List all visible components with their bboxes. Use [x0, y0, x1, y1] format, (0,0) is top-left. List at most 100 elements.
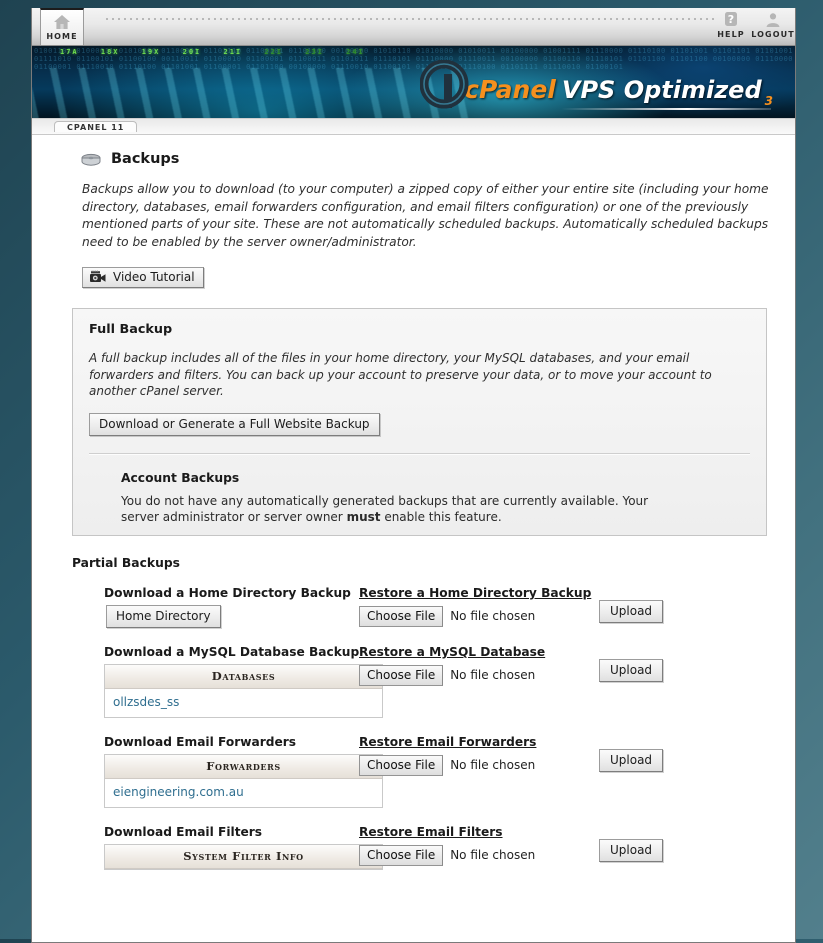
- restore-home-directory-cell: Restore a Home Directory Backup Choose F…: [359, 586, 599, 627]
- restore-mysql-label: Restore a MySQL Database: [359, 645, 546, 659]
- download-mysql-label: Download a MySQL Database Backup: [104, 645, 360, 659]
- forwarder-link-eiengineering[interactable]: eiengineering.com.au: [113, 785, 244, 799]
- disk-drive-icon: [80, 152, 102, 166]
- partial-backups-heading: Partial Backups: [72, 556, 180, 570]
- mysql-upload-button[interactable]: Upload: [599, 659, 664, 682]
- tick-4: 21I: [223, 48, 243, 56]
- system-filter-info-header: System Filter Info: [105, 845, 382, 869]
- full-backup-heading: Full Backup: [89, 322, 173, 337]
- database-link-ollzsdes-ss[interactable]: ollzsdes_ss: [113, 695, 179, 709]
- page-intro-text: Backups allow you to download (to your c…: [82, 182, 769, 249]
- choose-file-button[interactable]: Choose File: [359, 845, 444, 866]
- account-backups-text-after: enable this feature.: [380, 509, 502, 524]
- home-directory-file-input[interactable]: Choose File No file chosen: [359, 606, 535, 627]
- user-icon: [751, 8, 795, 30]
- logo-product-name: VPS Optimized: [561, 76, 762, 104]
- tab-strip: CPANEL 11: [32, 119, 795, 135]
- tab-strip-baseline: [32, 134, 795, 135]
- restore-forwarders-label: Restore Email Forwarders: [359, 735, 537, 749]
- banner-network-cables-graphic: [32, 68, 475, 118]
- upload-mysql-cell: Upload: [599, 645, 664, 682]
- tick-7: 24I: [346, 48, 365, 56]
- partial-backup-row: Download a Home Directory Backup Home Di…: [54, 586, 773, 628]
- tick-0: 17A: [60, 48, 79, 56]
- home-icon: [41, 10, 83, 32]
- home-directory-download-button[interactable]: Home Directory: [106, 605, 221, 628]
- question-mark-icon: ?: [709, 8, 753, 30]
- restore-forwarders-cell: Restore Email Forwarders Choose File No …: [359, 735, 599, 776]
- download-forwarders-cell: Download Email Forwarders Forwarders eie…: [54, 735, 383, 808]
- choose-file-button[interactable]: Choose File: [359, 606, 444, 627]
- download-home-directory-cell: Download a Home Directory Backup Home Di…: [54, 586, 359, 628]
- tick-5: 22I: [264, 48, 284, 56]
- forwarders-file-input[interactable]: Choose File No file chosen: [359, 755, 535, 776]
- logo-underline-swoosh: [561, 108, 771, 110]
- main-content: Backups Backups allow you to download (t…: [32, 135, 795, 924]
- restore-mysql-cell: Restore a MySQL Database Choose File No …: [359, 645, 599, 686]
- account-backups-block: Account Backups You do not have any auto…: [121, 471, 750, 525]
- choose-file-button[interactable]: Choose File: [359, 665, 444, 686]
- system-filter-info-table: System Filter Info: [104, 844, 383, 870]
- full-backup-description: A full backup includes all of the files …: [89, 351, 712, 398]
- choose-file-button[interactable]: Choose File: [359, 755, 444, 776]
- nav-help-label: HELP: [717, 30, 745, 39]
- upload-forwarders-cell: Upload: [599, 735, 664, 772]
- filters-upload-button[interactable]: Upload: [599, 839, 664, 862]
- nav-logout-button[interactable]: LOGOUT: [751, 8, 795, 45]
- account-backups-message: You do not have any automatically genera…: [121, 493, 681, 525]
- nav-help-button[interactable]: ? HELP: [709, 8, 753, 45]
- restore-filters-cell: Restore Email Filters Choose File No fil…: [359, 825, 599, 866]
- forwarders-table-header: Forwarders: [105, 755, 382, 779]
- forwarders-upload-button[interactable]: Upload: [599, 749, 664, 772]
- partial-backups-rows: Download a Home Directory Backup Home Di…: [54, 586, 773, 870]
- nav-home-button[interactable]: HOME: [40, 8, 84, 45]
- upload-label: Upload: [610, 843, 653, 857]
- file-status-text: No file chosen: [450, 668, 536, 682]
- restore-filters-label: Restore Email Filters: [359, 825, 503, 839]
- top-navigation-bar: HOME ? HELP LOGOUT: [32, 8, 795, 46]
- restore-home-directory-label: Restore a Home Directory Backup: [359, 586, 592, 600]
- download-home-directory-label: Download a Home Directory Backup: [104, 586, 351, 600]
- svg-text:?: ?: [728, 13, 734, 26]
- tick-6: 23I: [305, 48, 324, 56]
- banner-tick-markers: 17A 18X 19X 20I 21I 22I 23I 24I: [60, 48, 381, 56]
- upload-label: Upload: [610, 604, 653, 618]
- partial-backup-row: Download a MySQL Database Backup Databas…: [54, 645, 773, 718]
- movie-camera-icon: [89, 270, 107, 284]
- full-backup-panel: Full Backup A full backup includes all o…: [72, 308, 767, 536]
- forwarders-table: Forwarders eiengineering.com.au: [104, 754, 383, 808]
- download-filters-cell: Download Email Filters System Filter Inf…: [54, 825, 383, 870]
- download-or-generate-full-backup-button[interactable]: Download or Generate a Full Website Back…: [89, 412, 380, 436]
- table-row: eiengineering.com.au: [105, 779, 382, 807]
- tick-1: 18X: [100, 48, 120, 56]
- tab-cpanel-11[interactable]: CPANEL 11: [54, 121, 138, 132]
- partial-backup-row: Download Email Forwarders Forwarders eie…: [54, 735, 773, 808]
- account-backups-emphasis: must: [346, 509, 381, 524]
- upload-label: Upload: [610, 663, 653, 677]
- cpanel-window: HOME ? HELP LOGOUT 01001101 01000011 010…: [31, 8, 796, 943]
- nav-home-label: HOME: [46, 32, 78, 41]
- video-tutorial-button[interactable]: Video Tutorial: [82, 267, 204, 288]
- tick-3: 20I: [182, 48, 202, 56]
- file-status-text: No file chosen: [450, 758, 536, 772]
- file-status-text: No file chosen: [450, 609, 536, 623]
- tick-2: 19X: [141, 48, 161, 56]
- download-mysql-cell: Download a MySQL Database Backup Databas…: [54, 645, 383, 718]
- partial-backup-row: Download Email Filters System Filter Inf…: [54, 825, 773, 870]
- file-status-text: No file chosen: [450, 848, 536, 862]
- cpanel-logo: cPanel VPS Optimized 3: [419, 54, 773, 112]
- upload-home-directory-cell: Upload: [599, 586, 664, 623]
- databases-table: Databases ollzsdes_ss: [104, 664, 383, 718]
- filters-file-input[interactable]: Choose File No file chosen: [359, 845, 535, 866]
- account-backups-heading: Account Backups: [121, 470, 240, 485]
- download-filters-label: Download Email Filters: [104, 825, 263, 839]
- upload-label: Upload: [610, 753, 653, 767]
- full-backup-button-label: Download or Generate a Full Website Back…: [99, 416, 370, 431]
- brand-banner: 01001101 01000011 01010000 01100001 0110…: [32, 46, 795, 119]
- nav-logout-label: LOGOUT: [751, 30, 795, 39]
- bottom-spacer: [54, 887, 773, 927]
- home-directory-upload-button[interactable]: Upload: [599, 600, 664, 623]
- mysql-file-input[interactable]: Choose File No file chosen: [359, 665, 535, 686]
- download-forwarders-label: Download Email Forwarders: [104, 735, 296, 749]
- upload-filters-cell: Upload: [599, 825, 664, 862]
